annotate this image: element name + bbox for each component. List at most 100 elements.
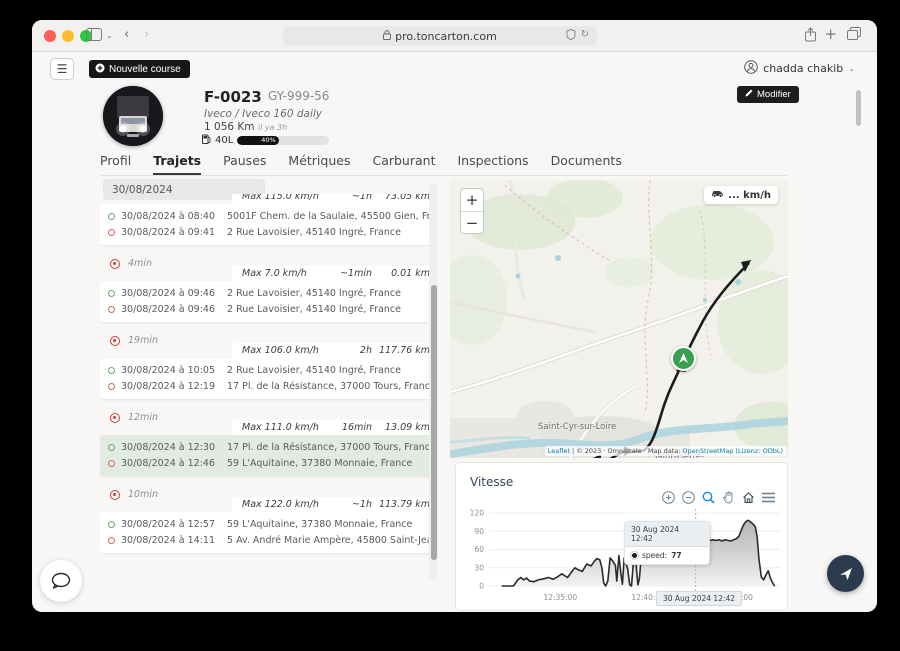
plus-circle-icon	[95, 63, 105, 76]
tab-trajets[interactable]: Trajets	[153, 153, 202, 175]
series-marker-icon	[631, 552, 638, 559]
x-axis-tooltip: 30 Aug 2024 12:42	[656, 591, 743, 606]
vehicle-position-marker[interactable]	[671, 346, 696, 371]
tab-inspections[interactable]: Inspections	[457, 153, 528, 168]
trip-end-icon	[108, 229, 115, 236]
pencil-icon	[745, 89, 753, 100]
hamburger-menu-button[interactable]: ☰	[50, 58, 74, 80]
map-canvas	[450, 180, 788, 458]
close-window-button[interactable]	[44, 30, 56, 42]
page-scrollbar[interactable]	[856, 90, 861, 126]
trip-start-icon	[108, 444, 115, 451]
trip-group: 10min Max 122.0 km/h ~1h 113.79 km 30/08…	[100, 486, 438, 553]
edit-label: Modifier	[757, 89, 791, 100]
chevron-down-icon[interactable]: ⌄	[106, 31, 113, 40]
trip-start-icon	[108, 521, 115, 528]
trip-end-row: 30/08/2024 à 09:46 2 Rue Lavoisier, 4514…	[108, 304, 430, 315]
trip-group: 19min Max 106.0 km/h 2h 117.76 km 30/08/…	[100, 332, 438, 399]
pause-bullseye-icon	[110, 335, 120, 346]
fuel-pump-icon	[202, 134, 211, 147]
tooltip-timestamp: 30 Aug 2024 12:42	[625, 522, 709, 547]
address-bar[interactable]: pro.toncarton.com ↻	[283, 26, 597, 46]
route-map[interactable]: + − ... km/h Saint-Cyr-sur-Loire La Rich…	[450, 180, 788, 458]
trip-end-icon	[108, 537, 115, 544]
user-menu[interactable]: chadda chakib ⌄	[744, 60, 855, 77]
map-label-saint-cyr: Saint-Cyr-sur-Loire	[538, 422, 617, 432]
svg-text:90: 90	[474, 527, 484, 536]
chart-home-icon[interactable]	[742, 491, 755, 504]
fuel-gauge: 40%	[237, 136, 330, 145]
tabs-overview-icon[interactable]	[847, 27, 861, 44]
chat-bubble-icon	[51, 572, 71, 589]
trip-start-icon	[108, 367, 115, 374]
osm-link[interactable]: OpenStreetMap	[683, 447, 734, 455]
trip-stats: Max 115.0 km/h ~1h 73.05 km	[232, 194, 438, 204]
trip-start-row: 30/08/2024 à 10:05 2 Rue Lavoisier, 4514…	[108, 365, 430, 376]
map-zoom-out-button[interactable]: −	[461, 211, 483, 233]
sidebar-toggle-icon[interactable]	[86, 28, 102, 45]
trip-start-row: 30/08/2024 à 12:30 17 Pl. de la Résistan…	[108, 442, 436, 453]
trip-start-row: 30/08/2024 à 12:57 59 L'Aquitaine, 37380…	[108, 519, 430, 530]
tab-profil[interactable]: Profil	[100, 153, 131, 168]
live-speed-box: ... km/h	[704, 186, 778, 204]
tooltip-series-label: speed:	[642, 551, 668, 560]
trip-card[interactable]: 30/08/2024 à 12:57 59 L'Aquitaine, 37380…	[100, 512, 438, 553]
browser-window: ⌄ ‹ › pro.toncarton.com ↻ + ☰ Nouvelle c…	[32, 20, 877, 612]
pause-bullseye-icon	[110, 489, 120, 500]
tab-pauses[interactable]: Pauses	[223, 153, 266, 168]
vehicle-model: Iveco / Iveco 160 daily	[204, 108, 323, 120]
trip-card[interactable]: 30/08/2024 à 09:46 2 Rue Lavoisier, 4514…	[100, 281, 438, 322]
trip-end-row: 30/08/2024 à 12:46 59 L'Aquitaine, 37380…	[108, 458, 430, 469]
chevron-down-icon: ⌄	[848, 64, 855, 73]
vehicle-photo[interactable]	[103, 86, 163, 146]
fuel-capacity: 40L	[215, 135, 234, 146]
trip-start-icon	[108, 213, 115, 220]
chart-zoom-in-icon[interactable]	[662, 491, 675, 504]
map-zoom-in-button[interactable]: +	[461, 189, 483, 211]
tab-metriques[interactable]: Métriques	[288, 153, 350, 168]
lock-icon	[383, 29, 392, 43]
share-icon[interactable]	[804, 27, 817, 46]
trips-scrollbar-thumb[interactable]	[431, 285, 437, 560]
fuel-gauge-fill: 40%	[237, 136, 279, 145]
tab-documents[interactable]: Documents	[551, 153, 622, 168]
chat-button[interactable]	[40, 560, 82, 602]
locate-button[interactable]	[827, 555, 864, 592]
url-text: pro.toncarton.com	[395, 29, 497, 43]
trip-card[interactable]: 30/08/2024 à 08:40 5001F Chem. de la Sau…	[100, 204, 438, 245]
tab-bar: Profil Trajets Pauses Métriques Carburan…	[100, 153, 788, 176]
trip-card-selected[interactable]: 30/08/2024 à 12:30 17 Pl. de la Résistan…	[100, 435, 438, 476]
trip-end-icon	[108, 306, 115, 313]
edit-vehicle-button[interactable]: Modifier	[737, 86, 799, 103]
privacy-shield-icon[interactable]	[566, 28, 576, 43]
trip-end-row: 30/08/2024 à 12:19 17 Pl. de la Résistan…	[108, 381, 436, 392]
chart-pan-icon[interactable]	[722, 491, 735, 504]
new-course-label: Nouvelle course	[109, 63, 181, 75]
trip-stats: Max 7.0 km/h ~1min 0.01 km	[232, 266, 438, 281]
navigation-arrow-icon	[839, 567, 852, 580]
svg-text:120: 120	[470, 509, 485, 518]
svg-text:60: 60	[474, 545, 484, 554]
reload-icon[interactable]: ↻	[581, 29, 589, 43]
trip-end-row: 30/08/2024 à 14:11 5 Av. André Marie Amp…	[108, 535, 438, 546]
trip-group: Max 115.0 km/h ~1h 73.05 km 30/08/2024 à…	[100, 194, 438, 245]
chart-selection-zoom-icon[interactable]	[702, 491, 715, 504]
back-icon[interactable]: ‹	[124, 27, 129, 42]
minimize-window-button[interactable]	[62, 30, 74, 42]
svg-text:12:35:00: 12:35:00	[543, 593, 577, 602]
new-course-button[interactable]: Nouvelle course	[89, 60, 190, 78]
pause-bullseye-icon	[110, 412, 120, 423]
chart-toolbar	[662, 491, 775, 504]
fuel-status: 40L 40%	[202, 134, 330, 147]
trip-start-icon	[108, 290, 115, 297]
tab-carburant[interactable]: Carburant	[372, 153, 435, 168]
trip-card[interactable]: 30/08/2024 à 10:05 2 Rue Lavoisier, 4514…	[100, 358, 438, 399]
chart-menu-icon[interactable]	[762, 492, 775, 503]
trip-end-icon	[108, 460, 115, 467]
trip-stats: Max 111.0 km/h 16min 13.09 km	[232, 420, 438, 435]
chart-zoom-out-icon[interactable]	[682, 491, 695, 504]
new-tab-icon[interactable]: +	[824, 25, 837, 43]
forward-icon[interactable]: ›	[144, 27, 149, 42]
pause-indicator: 4min	[110, 258, 152, 269]
leaflet-link[interactable]: Leaflet	[548, 447, 570, 455]
